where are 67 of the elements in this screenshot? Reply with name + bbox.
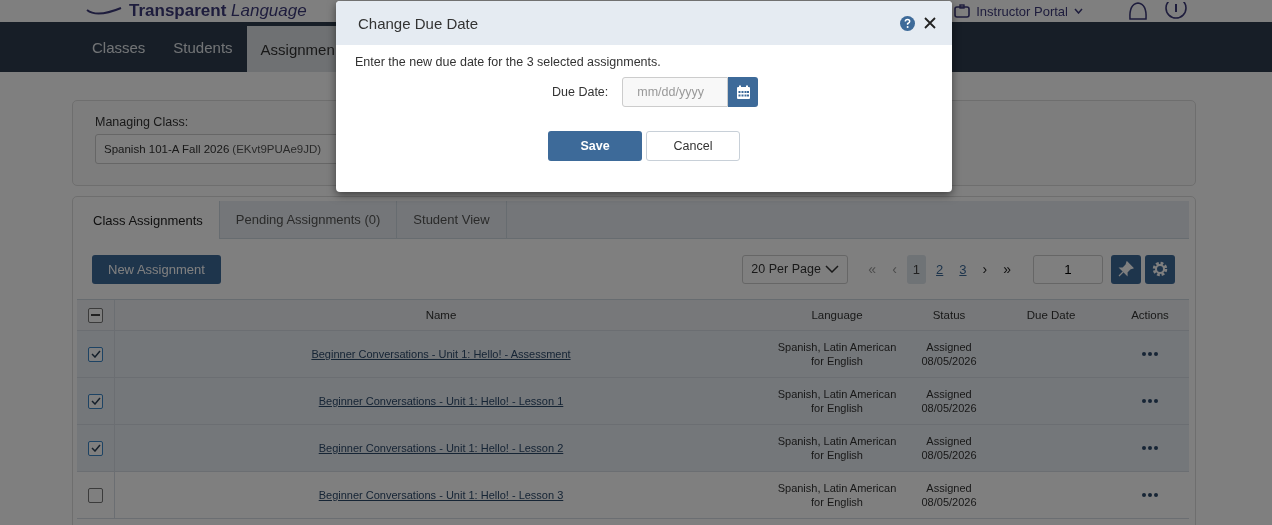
status-cell: Assigned: [926, 434, 972, 448]
user-icon[interactable]: [1127, 2, 1149, 20]
language-cell: Spanish, Latin American for English: [777, 340, 897, 368]
date-cell: 08/05/2026: [921, 354, 977, 368]
language-cell: Spanish, Latin American for English: [777, 481, 897, 509]
page-button[interactable]: 1: [906, 254, 927, 284]
settings-button[interactable]: [1145, 254, 1175, 284]
info-icon[interactable]: [1165, 2, 1187, 20]
more-icon[interactable]: [1142, 493, 1158, 497]
due-date-label: Due Date:: [552, 85, 609, 99]
date-cell: 08/05/2026: [921, 401, 977, 415]
pin-button[interactable]: [1111, 254, 1141, 284]
previous-page-button[interactable]: ‹: [886, 254, 903, 284]
settings-icon: [1151, 260, 1169, 278]
last-page-button[interactable]: »: [997, 254, 1017, 284]
language-cell: Spanish, Latin American for English: [777, 387, 897, 415]
language-cell: Spanish, Latin American for English: [777, 434, 897, 462]
status-cell: Assigned: [926, 387, 972, 401]
tab[interactable]: Pending Assignments (0): [219, 201, 398, 238]
row-checkbox[interactable]: [88, 393, 103, 409]
more-icon[interactable]: [1142, 399, 1158, 403]
pin-icon: [1118, 261, 1134, 277]
date-cell: 08/05/2026: [921, 495, 977, 509]
column-header: Name: [425, 309, 457, 321]
nav-tab[interactable]: Students: [159, 22, 247, 72]
column-header: Language: [811, 309, 863, 321]
page-input-field[interactable]: 1: [1033, 254, 1103, 284]
more-icon[interactable]: [1142, 352, 1158, 356]
managing-class-label: Managing Class:: [95, 115, 190, 129]
more-icon[interactable]: [1142, 446, 1158, 450]
select-all-checkbox[interactable]: [88, 307, 103, 323]
chevron-down-icon: [825, 265, 840, 273]
cancel-button[interactable]: Cancel: [646, 131, 740, 161]
briefcase-icon: [954, 4, 971, 18]
close-icon[interactable]: [924, 17, 936, 29]
tab[interactable]: Class Assignments: [77, 201, 220, 239]
dialog-message: Enter the new due date for the 3 selected assignments.: [355, 55, 662, 69]
column-header: Due Date: [1026, 309, 1076, 321]
calendar-button[interactable]: [728, 77, 759, 107]
assignment-link[interactable]: Beginner Conversations - Unit 1: Hello! - Lesson 2: [318, 442, 564, 454]
next-page-button[interactable]: ›: [976, 254, 994, 284]
row-checkbox[interactable]: [88, 487, 103, 503]
portal-menu[interactable]: Instructor Portal: [974, 3, 1070, 19]
new-assignment-button[interactable]: New Assignment: [92, 254, 221, 284]
column-header: Status: [932, 309, 966, 321]
nav-tab[interactable]: Classes: [78, 22, 160, 72]
help-icon[interactable]: [900, 15, 915, 31]
assignment-link[interactable]: Beginner Conversations - Unit 1: Hello! - Lesson 1: [318, 395, 564, 407]
tab[interactable]: Student View: [397, 201, 507, 238]
assignment-link[interactable]: Beginner Conversations - Unit 1: Hello! - Assessment: [311, 348, 571, 360]
first-page-button[interactable]: «: [862, 254, 883, 284]
status-cell: Assigned: [926, 340, 972, 354]
caret-icon: [1074, 8, 1083, 14]
save-button[interactable]: Save: [548, 131, 642, 161]
page-button[interactable]: 2: [930, 254, 950, 284]
page-button[interactable]: 3: [953, 254, 973, 284]
calendar-icon: [735, 84, 751, 100]
date-cell: 08/05/2026: [921, 448, 977, 462]
status-cell: Assigned: [926, 481, 972, 495]
dialog-title: Change Due Date: [358, 14, 480, 32]
assignment-link[interactable]: Beginner Conversations - Unit 1: Hello! - Lesson 3: [318, 489, 564, 501]
row-checkbox[interactable]: [88, 440, 103, 456]
logo-text: Transparent Language: [129, 1, 307, 21]
per-page-select[interactable]: 20 Per Page: [742, 254, 849, 284]
row-checkbox[interactable]: [88, 346, 103, 362]
column-header: Actions: [1131, 309, 1169, 321]
due-date-field[interactable]: mm/dd/yyyy: [622, 77, 729, 107]
